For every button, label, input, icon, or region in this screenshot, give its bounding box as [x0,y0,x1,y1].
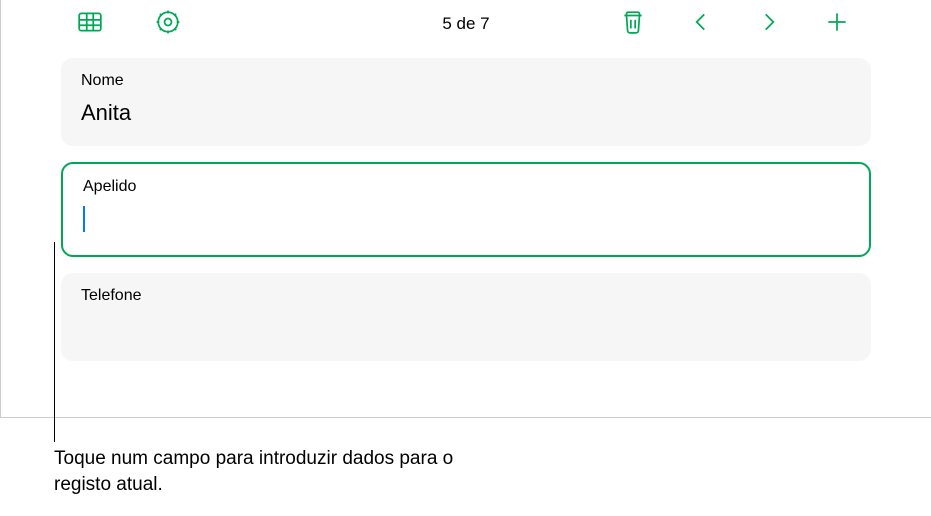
callout-leader-line [54,242,55,442]
field-label-apelido: Apelido [83,178,849,196]
callout-text: Toque num campo para introduzir dados pa… [54,446,454,497]
trash-icon [620,9,646,40]
chevron-right-icon [756,9,782,40]
toolbar: 5 de 7 [1,0,931,48]
toolbar-left [76,10,182,38]
next-record-button[interactable] [755,10,783,38]
plus-icon [824,9,850,40]
form-editor-frame: 5 de 7 [0,0,931,418]
form-content: Nome Anita Apelido Telefone [1,48,931,361]
gear-icon [155,9,181,40]
table-view-button[interactable] [76,10,104,38]
field-telefone[interactable]: Telefone [61,273,871,361]
field-label-telefone: Telefone [81,287,851,305]
add-record-button[interactable] [823,10,851,38]
toolbar-right [619,10,851,38]
table-icon [77,9,103,40]
text-cursor [83,206,85,232]
previous-record-button[interactable] [687,10,715,38]
field-value-nome: Anita [81,100,851,126]
field-input-apelido[interactable] [83,206,849,237]
field-label-nome: Nome [81,72,851,90]
record-position-label: 5 de 7 [442,14,489,34]
settings-button[interactable] [154,10,182,38]
chevron-left-icon [688,9,714,40]
field-nome[interactable]: Nome Anita [61,58,871,146]
delete-button[interactable] [619,10,647,38]
field-apelido[interactable]: Apelido [61,162,871,257]
